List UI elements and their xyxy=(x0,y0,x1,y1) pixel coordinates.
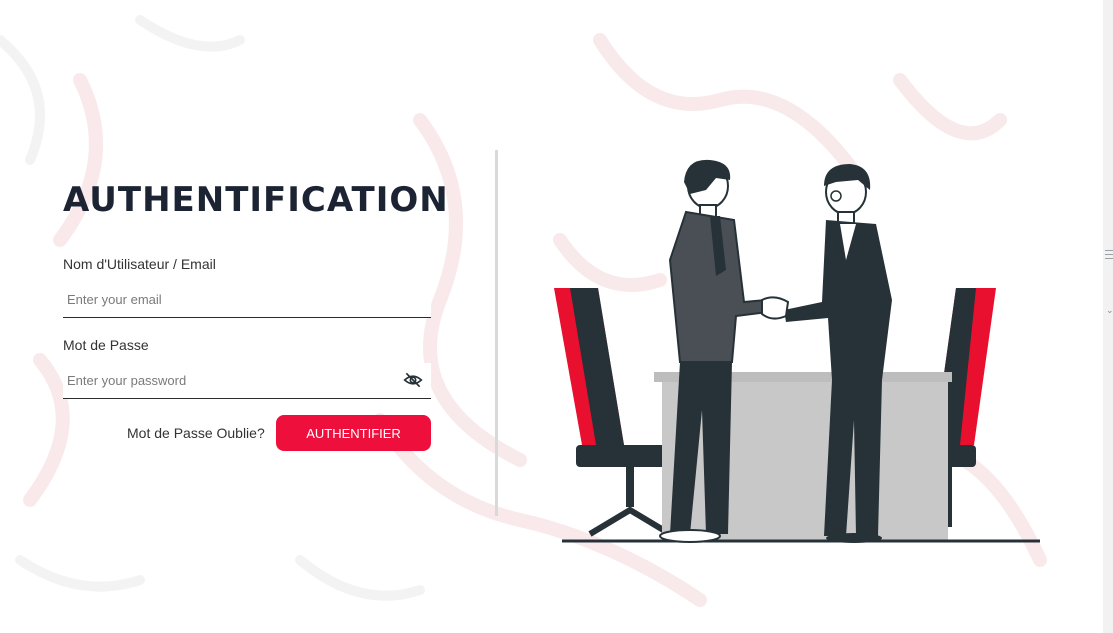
username-field-wrapper xyxy=(63,282,431,318)
password-field-wrapper xyxy=(63,363,431,399)
password-input[interactable] xyxy=(63,363,391,397)
authenticate-button[interactable]: AUTHENTIFIER xyxy=(276,415,431,451)
email-input[interactable] xyxy=(63,282,391,316)
menu-lines-icon[interactable] xyxy=(1105,250,1113,262)
scrollbar[interactable]: ⌄ xyxy=(1103,0,1113,633)
handshake xyxy=(761,296,790,320)
password-label: Mot de Passe xyxy=(63,337,149,353)
left-chair xyxy=(554,288,672,537)
page-title: AUTHENTIFICATION xyxy=(63,180,449,220)
username-label: Nom d'Utilisateur / Email xyxy=(63,256,216,272)
handshake-illustration xyxy=(554,159,1040,543)
forgot-password-link[interactable]: Mot de Passe Oublie? xyxy=(127,425,265,441)
vertical-divider xyxy=(495,150,498,516)
login-page: AUTHENTIFICATION Nom d'Utilisateur / Ema… xyxy=(0,0,1103,633)
eye-off-icon[interactable] xyxy=(403,371,423,389)
chevron-down-icon[interactable]: ⌄ xyxy=(1106,306,1113,315)
